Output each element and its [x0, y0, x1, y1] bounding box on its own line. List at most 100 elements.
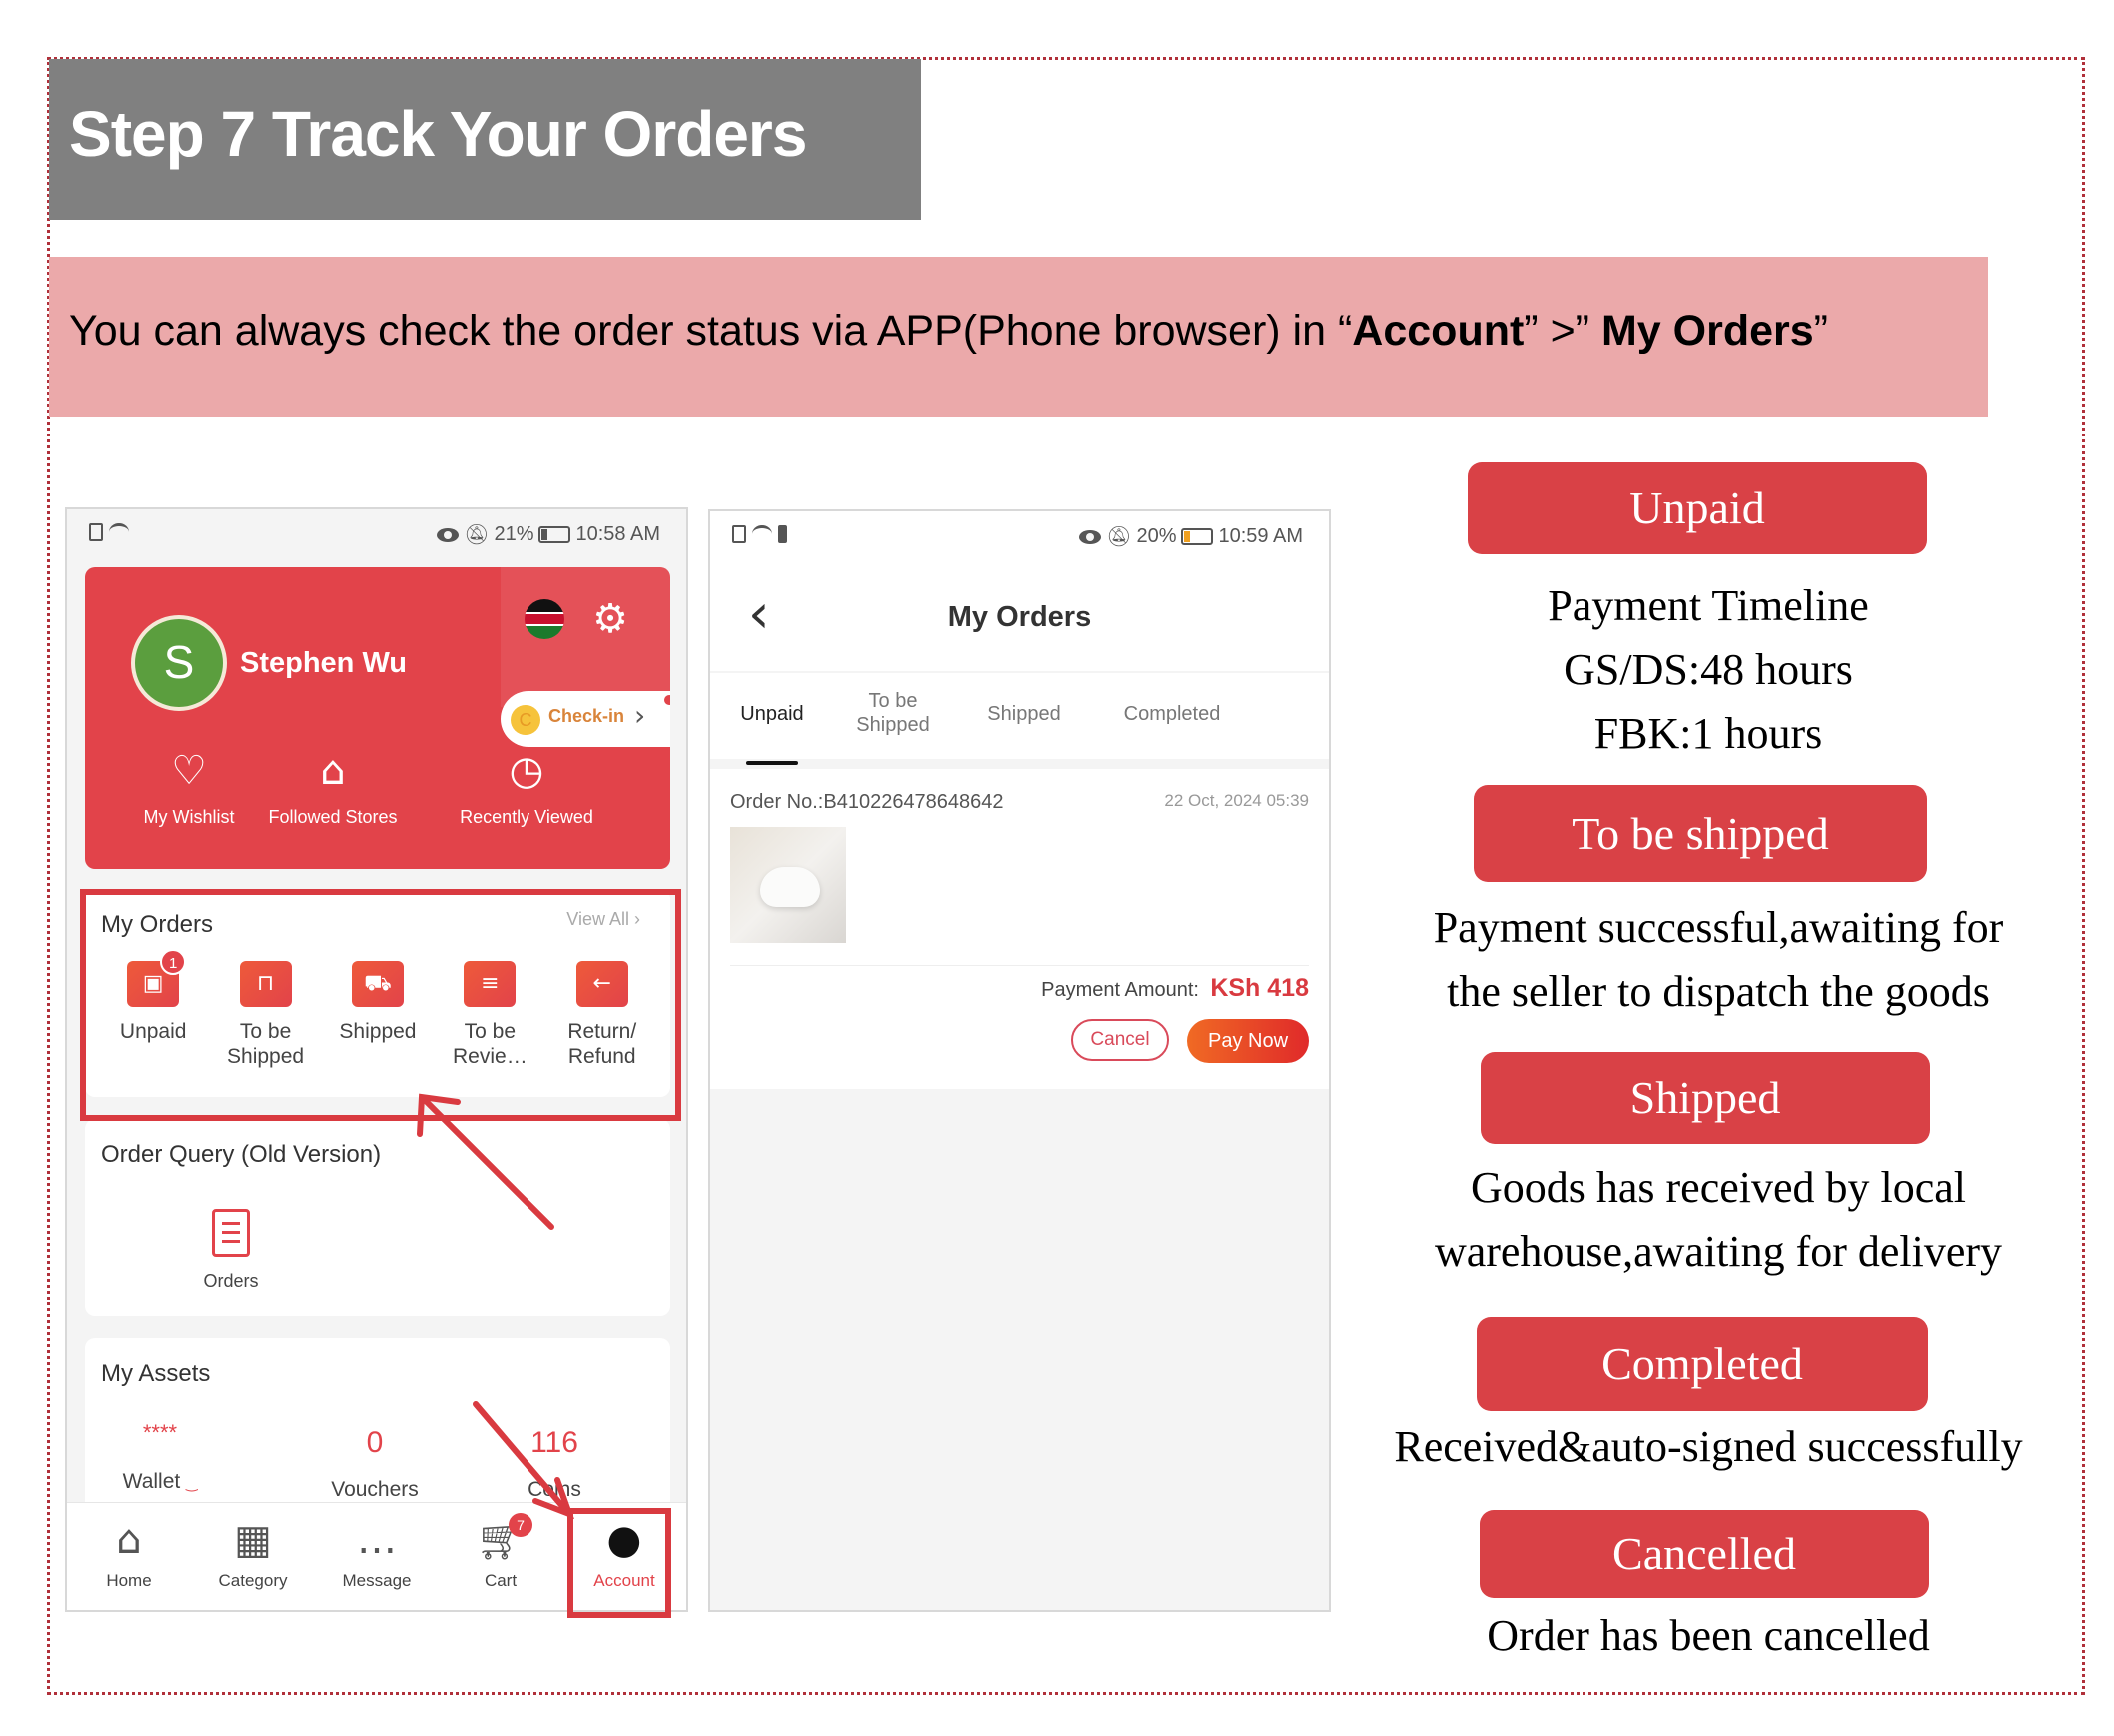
checkin-button[interactable]: C Check-in › — [501, 691, 670, 747]
status-shipped-label: Shipped — [1481, 1052, 1930, 1144]
kenya-flag-icon[interactable] — [525, 599, 564, 639]
quick-link-label: Recently Viewed — [460, 807, 593, 827]
wallet-label-text: Wallet — [122, 1470, 181, 1493]
description-line: warehouse,awaiting for delivery — [1434, 1227, 2003, 1276]
slide-title: Step 7 Track Your Orders — [69, 98, 807, 170]
description-line: Payment Timeline — [1548, 581, 1869, 630]
tab-completed[interactable]: Completed — [1112, 703, 1232, 759]
mute-icon: 🔕︎ — [464, 524, 490, 546]
status-shipped-description: Goods has received by local warehouse,aw… — [1389, 1156, 2048, 1284]
status-to-be-shipped-description: Payment successful,awaiting for the sell… — [1389, 896, 2048, 1024]
home-icon: ⌂ — [116, 1517, 142, 1563]
chevron-right-icon: › — [634, 699, 646, 732]
page-title: My Orders — [947, 601, 1092, 633]
wifi-icon — [752, 525, 772, 543]
tab-category[interactable]: ▦ Category — [191, 1503, 315, 1610]
vouchers-asset[interactable]: 0 Vouchers — [285, 1426, 465, 1502]
wallet-label: Wallet ‿ — [105, 1470, 215, 1494]
tab-label: Category — [218, 1571, 288, 1590]
battery-saver-icon — [778, 525, 787, 543]
order-tabs: Unpaid To be Shipped Shipped Completed — [710, 673, 1329, 759]
battery-icon — [1181, 528, 1214, 545]
sim-icon — [732, 525, 746, 543]
instruction-prefix: You can always check the order status vi… — [69, 307, 1353, 355]
my-orders-screen: 🔕︎ 20% 10:59 AM ‹ My Orders Unpaid To be… — [708, 509, 1331, 1612]
description-line: Order has been cancelled — [1487, 1611, 1930, 1660]
user-name[interactable]: Stephen Wu — [240, 647, 407, 680]
order-query-card: Order Query (Old Version) Orders — [85, 1119, 670, 1316]
account-tab-highlight — [567, 1508, 671, 1618]
cancel-button[interactable]: Cancel — [1071, 1019, 1169, 1061]
category-icon: ▦ — [234, 1517, 272, 1563]
mute-icon: 🔕︎ — [1106, 526, 1132, 548]
eye-closed-icon[interactable]: ‿ — [186, 1475, 197, 1491]
description-line: FBK:1 hours — [1593, 709, 1823, 758]
status-bar: 🔕︎ 21% 10:58 AM — [67, 509, 686, 559]
pay-now-button[interactable]: Pay Now — [1187, 1019, 1309, 1063]
tab-unpaid[interactable]: Unpaid — [722, 703, 822, 759]
profile-header: S Stephen Wu ⚙ C Check-in › ♡ My Wishlis… — [85, 567, 670, 869]
clock-time: 10:58 AM — [575, 523, 660, 545]
tab-cart[interactable]: 🛒︎ 7 Cart — [439, 1503, 562, 1610]
tab-to-be-shipped[interactable]: To be Shipped — [838, 689, 948, 759]
eye-icon — [437, 527, 460, 542]
description-line: Goods has received by local — [1470, 1163, 1967, 1212]
status-unpaid-label: Unpaid — [1468, 462, 1927, 554]
old-orders-label: Orders — [203, 1271, 259, 1291]
tab-label: Home — [106, 1571, 152, 1590]
clock-time: 10:59 AM — [1218, 525, 1303, 547]
description-line: Received&auto-signed successfully — [1394, 1422, 2023, 1471]
order-status-legend: Unpaid Payment Timeline GS/DS:48 hours F… — [1379, 0, 2038, 1736]
checkin-label: Check-in — [548, 706, 625, 726]
tab-message[interactable]: … Message — [315, 1503, 439, 1610]
order-card[interactable]: Order No.:B410226478648642 22 Oct, 2024 … — [710, 769, 1329, 1089]
coins-asset[interactable]: 116 Coins — [475, 1426, 634, 1502]
status-cancelled-description: Order has been cancelled — [1379, 1604, 2038, 1668]
tab-shipped[interactable]: Shipped — [974, 703, 1074, 759]
cart-badge: 7 — [509, 1513, 532, 1537]
status-bar: 🔕︎ 20% 10:59 AM — [710, 511, 1329, 561]
divider — [730, 965, 1309, 966]
slide-title-bar: Step 7 Track Your Orders — [49, 59, 921, 220]
status-completed-description: Received&auto-signed successfully — [1379, 1415, 2038, 1479]
coins-value: 116 — [530, 1426, 578, 1459]
top-nav-bar: ‹ My Orders — [710, 561, 1329, 671]
tab-label: Cart — [484, 1571, 518, 1590]
status-unpaid-description: Payment Timeline GS/DS:48 hours FBK:1 ho… — [1379, 574, 2038, 766]
sim-icon — [89, 523, 103, 541]
wifi-icon — [109, 523, 129, 541]
tab-home[interactable]: ⌂ Home — [67, 1503, 191, 1610]
vouchers-value: 0 — [366, 1426, 384, 1459]
avatar[interactable]: S — [131, 615, 227, 711]
description-line: Payment successful,awaiting for — [1433, 903, 2004, 952]
quick-link-label: Followed Stores — [268, 807, 398, 827]
old-orders-link[interactable]: Orders — [181, 1209, 281, 1292]
my-orders-highlight — [80, 889, 681, 1121]
cart-icon: 🛒︎ — [475, 1517, 527, 1563]
notification-dot — [664, 695, 670, 705]
tab-label: Message — [342, 1571, 412, 1590]
payment-amount: KSh 418 — [1210, 974, 1309, 1002]
gear-icon[interactable]: ⚙ — [588, 597, 632, 641]
header-shade — [501, 567, 670, 707]
status-to-be-shipped-label: To be shipped — [1474, 785, 1927, 882]
store-icon: ⌂ — [320, 748, 346, 794]
clock-icon: ◷ — [509, 748, 544, 794]
battery-percent: 20% — [1136, 525, 1177, 547]
wallet-value: **** — [142, 1420, 178, 1445]
description-line: GS/DS:48 hours — [1564, 645, 1853, 694]
coin-icon: C — [511, 705, 540, 735]
product-thumbnail[interactable] — [730, 827, 846, 943]
wallet-asset[interactable]: **** Wallet ‿ — [105, 1420, 215, 1494]
battery-icon — [538, 526, 571, 543]
status-completed-label: Completed — [1477, 1317, 1928, 1411]
vouchers-label: Vouchers — [331, 1478, 419, 1501]
eye-icon — [1079, 529, 1102, 544]
quick-link-recently-viewed[interactable]: ◷ Recently Viewed — [427, 749, 626, 828]
status-cancelled-label: Cancelled — [1480, 1510, 1929, 1598]
order-number: Order No.:B410226478648642 — [730, 791, 1004, 813]
coins-label: Coins — [528, 1478, 581, 1501]
quick-link-followed-stores[interactable]: ⌂ Followed Stores — [233, 749, 433, 828]
message-icon: … — [357, 1517, 397, 1563]
document-icon — [212, 1209, 250, 1257]
